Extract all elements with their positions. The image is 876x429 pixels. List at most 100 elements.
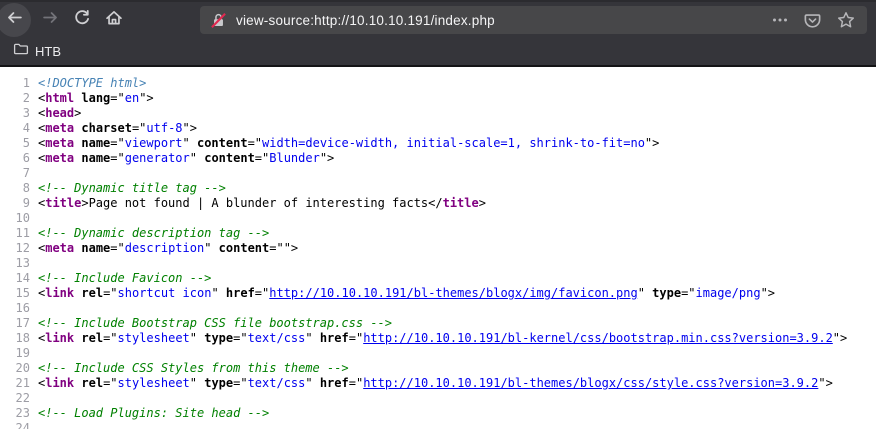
source-token-tag: link	[45, 286, 74, 300]
reload-icon	[73, 9, 91, 32]
source-token-val: utf-8	[146, 121, 182, 135]
source-line: 14 <!-- Include Favicon -->	[0, 271, 876, 286]
source-token-def: ="	[681, 286, 695, 300]
source-line: 17 <!-- Include Bootstrap CSS file bootst…	[0, 316, 876, 331]
source-token-attr: type	[652, 286, 681, 300]
source-link[interactable]: http://10.10.10.191/bl-themes/blogx/img/…	[269, 286, 637, 300]
source-token-attr: rel	[81, 286, 103, 300]
line-number: 4	[0, 121, 30, 136]
source-token-def: "	[204, 241, 218, 255]
source-token-def: </	[428, 196, 442, 210]
source-token-def: ="	[110, 241, 124, 255]
source-token-def: ="	[103, 331, 117, 345]
source-token-comment: <!-- Include Favicon -->	[38, 271, 211, 285]
source-token-val: en	[125, 91, 139, 105]
source-token-comment: <!-- Dynamic title tag -->	[38, 181, 226, 195]
source-token-attr: type	[204, 331, 233, 345]
source-token-def: "	[305, 331, 319, 345]
bookmark-star-icon[interactable]	[837, 11, 855, 29]
line-number: 11	[0, 226, 30, 241]
source-token-def: >	[74, 106, 81, 120]
source-line: 23<!-- Load Plugins: Site head -->	[0, 406, 876, 421]
source-token-tag: meta	[45, 151, 74, 165]
source-token-def: ">	[761, 286, 775, 300]
source-line: 24	[0, 421, 876, 429]
source-token-tag: link	[45, 331, 74, 345]
source-line: 1<!DOCTYPE html>	[0, 76, 876, 91]
source-token-attr: name	[81, 136, 110, 150]
source-line: 6<meta name="generator" content="Blunder…	[0, 151, 876, 166]
source-token-val: generator	[125, 151, 190, 165]
pocket-icon[interactable]	[803, 11, 822, 30]
source-token-attr: rel	[81, 331, 103, 345]
line-number: 14	[0, 271, 30, 286]
source-token-def: ="	[110, 151, 124, 165]
source-token-comment: <!-- Dynamic description tag -->	[38, 226, 269, 240]
source-line: 16	[0, 301, 876, 316]
line-number: 16	[0, 301, 30, 316]
home-button[interactable]	[100, 3, 128, 37]
forward-arrow-icon	[42, 9, 59, 31]
source-token-val: width=device-width, initial-scale=1, shr…	[262, 136, 645, 150]
source-token-def: ">	[183, 121, 197, 135]
source-token-tag: title	[45, 196, 81, 210]
source-link[interactable]: http://10.10.10.191/bl-themes/blogx/css/…	[363, 376, 818, 390]
source-line: 12<meta name="description" content="">	[0, 241, 876, 256]
source-line: 5<meta name="viewport" content="width=de…	[0, 136, 876, 151]
source-token-val: stylesheet	[118, 376, 190, 390]
source-token-def: "	[190, 331, 204, 345]
source-link[interactable]: http://10.10.10.191/bl-kernel/css/bootst…	[363, 331, 833, 345]
source-line: 3<head>	[0, 106, 876, 121]
source-token-def: ">	[818, 376, 832, 390]
view-source-content: 1<!DOCTYPE html>2<html lang="en">3<head>…	[0, 67, 876, 429]
back-button[interactable]	[0, 3, 31, 37]
forward-button[interactable]	[36, 3, 64, 37]
line-number: 10	[0, 211, 30, 226]
insecure-lock-icon[interactable]	[210, 12, 227, 29]
source-line: 10	[0, 211, 876, 226]
source-token-def: ">	[833, 331, 847, 345]
source-token-attr: name	[81, 151, 110, 165]
browser-toolbar: view-source:http://10.10.10.191/index.ph…	[0, 0, 876, 38]
source-token-def: ">	[320, 151, 334, 165]
line-number: 6	[0, 151, 30, 166]
source-token-def: ="	[255, 286, 269, 300]
reload-button[interactable]	[68, 3, 96, 37]
bookmarks-toolbar: HTB	[0, 38, 876, 67]
source-token-attr: href	[320, 331, 349, 345]
line-number: 7	[0, 166, 30, 181]
source-line: 9<title>Page not found | A blunder of in…	[0, 196, 876, 211]
url-bar[interactable]: view-source:http://10.10.10.191/index.ph…	[200, 6, 867, 34]
source-line: 22	[0, 391, 876, 406]
line-number: 5	[0, 136, 30, 151]
page-actions-dots-icon[interactable]	[772, 12, 788, 28]
source-token-attr: lang	[81, 91, 110, 105]
source-token-attr: href	[320, 376, 349, 390]
source-token-attr: name	[81, 241, 110, 255]
source-token-val: viewport	[125, 136, 183, 150]
source-token-def: ">	[645, 136, 659, 150]
source-line: 7	[0, 166, 876, 181]
source-token-def: ="	[248, 136, 262, 150]
source-token-attr: content	[197, 136, 248, 150]
source-token-attr: type	[204, 376, 233, 390]
source-token-val: shortcut icon	[118, 286, 212, 300]
line-number: 17	[0, 316, 30, 331]
source-token-def: >	[479, 196, 486, 210]
source-line: 2<html lang="en">	[0, 91, 876, 106]
url-text[interactable]: view-source:http://10.10.10.191/index.ph…	[236, 13, 757, 28]
bookmark-folder-htb[interactable]: HTB	[9, 40, 65, 63]
back-arrow-icon	[6, 9, 23, 31]
line-number: 21	[0, 376, 30, 391]
source-token-def: ="">	[269, 241, 298, 255]
source-line: 13	[0, 256, 876, 271]
source-token-comment: <!-- Load Plugins: Site head -->	[38, 406, 269, 420]
line-number: 13	[0, 256, 30, 271]
source-token-val: image/png	[696, 286, 761, 300]
source-line: 15<link rel="shortcut icon" href="http:/…	[0, 286, 876, 301]
source-token-attr: content	[219, 241, 270, 255]
line-number: 1	[0, 76, 30, 91]
source-token-def: ="	[103, 286, 117, 300]
source-token-comment: <!-- Include Bootstrap CSS file bootstra…	[38, 316, 392, 330]
source-code: 1<!DOCTYPE html>2<html lang="en">3<head>…	[0, 76, 876, 429]
